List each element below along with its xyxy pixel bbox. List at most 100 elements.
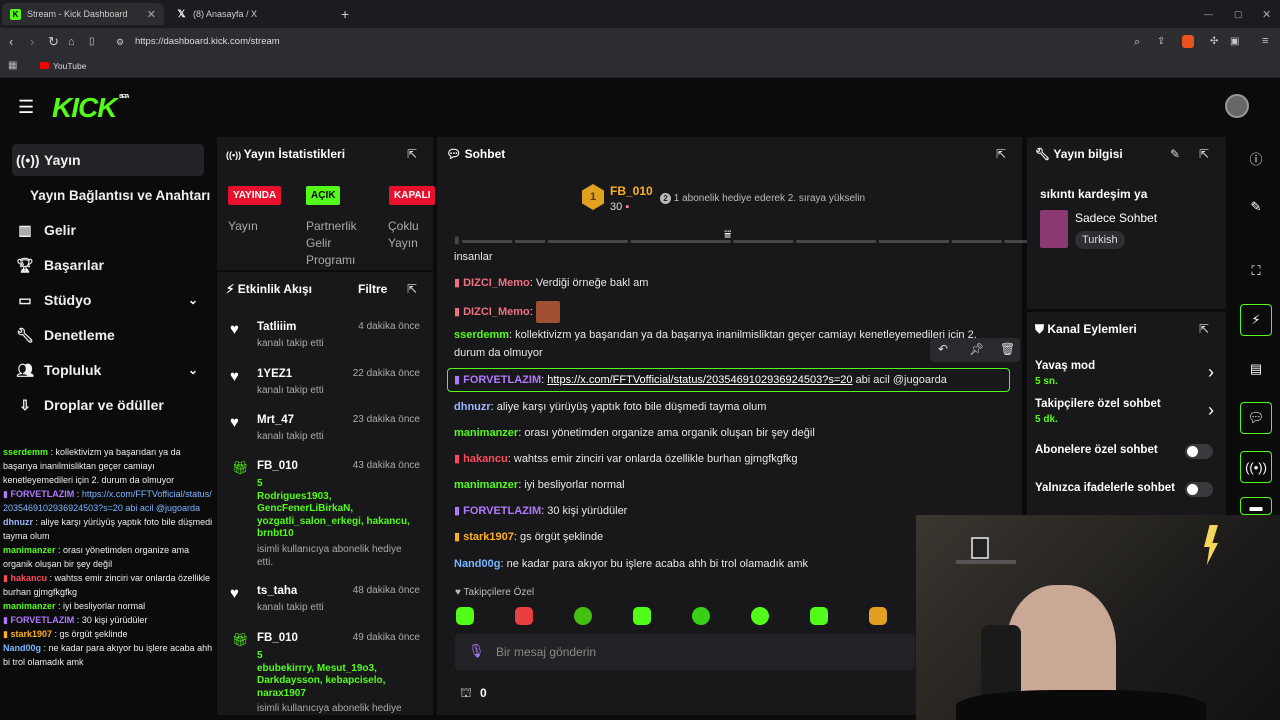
emote-image bbox=[535, 301, 560, 323]
lightning-decor bbox=[1204, 525, 1218, 565]
chat-bubble-icon[interactable]: 💬︎ bbox=[1240, 402, 1272, 434]
emote-icon[interactable] bbox=[456, 607, 474, 625]
event-user[interactable]: FB_010 bbox=[257, 460, 298, 472]
edit-pencil-icon[interactable]: ✎ bbox=[1240, 191, 1272, 223]
sidebar-item-label: Stüdyo bbox=[44, 292, 92, 308]
close-window-icon[interactable]: ✕ bbox=[1254, 3, 1279, 25]
slow-mode-setting[interactable]: Yavaş mod 5 sn. › bbox=[1035, 360, 1220, 392]
sidebar-item-droplar[interactable]: ⇩ Droplar ve ödüller bbox=[12, 389, 204, 421]
overlay-chat-line: ▮ FORVETLAZIM : https://x.com/FFTVoffici… bbox=[3, 489, 212, 513]
extensions-icon[interactable]: ✣ bbox=[1210, 36, 1218, 47]
sidebar-item-denetleme[interactable]: 🔧︎ Denetleme bbox=[12, 319, 204, 351]
edit-pencil-icon[interactable]: ✎ bbox=[1170, 147, 1180, 161]
partner-caption: Partnerlik Gelir Programı bbox=[306, 219, 357, 267]
emote-only-toggle[interactable] bbox=[1185, 482, 1213, 497]
emote-icon[interactable] bbox=[633, 607, 651, 625]
emote-icon[interactable] bbox=[692, 607, 710, 625]
event-user[interactable]: FB_010 bbox=[257, 632, 298, 644]
chat-link[interactable]: https://x.com/FFTVofficial/status/203546… bbox=[547, 374, 852, 386]
popout-icon[interactable]: ⇱ bbox=[996, 147, 1006, 161]
emote-icon[interactable] bbox=[810, 607, 828, 625]
share-icon[interactable]: ⇪ bbox=[1157, 36, 1165, 47]
popout-icon[interactable]: ⇱ bbox=[1199, 147, 1209, 161]
event-desc: kanalı takip etti bbox=[257, 602, 324, 613]
url-field[interactable]: https://dashboard.kick.com/stream bbox=[135, 36, 280, 47]
minimize-icon[interactable]: — bbox=[1196, 3, 1221, 25]
sidebar-item-stream-key[interactable]: Yayın Bağlantısı ve Anahtarı bbox=[30, 179, 215, 211]
gift-icon: 🎁︎ bbox=[232, 460, 249, 475]
bookmark-youtube[interactable]: YouTube bbox=[53, 61, 86, 71]
chevron-down-icon: ⌄ bbox=[187, 293, 198, 307]
delete-icon[interactable]: 🗑︎ bbox=[1000, 342, 1015, 356]
info-icon[interactable]: ⓘ bbox=[1240, 142, 1272, 174]
popout-icon[interactable]: ⇱ bbox=[407, 282, 417, 296]
close-tab-icon[interactable]: ✕ bbox=[147, 8, 156, 21]
popout-icon[interactable]: ⇱ bbox=[407, 147, 417, 161]
chat-message: Nand00g: ne kadar para akıyor bu işlere … bbox=[454, 558, 809, 570]
stats-panel-title: ((•)) Yayın İstatistikleri bbox=[226, 147, 346, 161]
activity-event: 🎁︎ FB_010 49 dakika önce 5 ebubekirrry, … bbox=[228, 632, 428, 714]
fullscreen-icon[interactable]: ⛶ bbox=[1240, 255, 1272, 287]
pin-icon[interactable]: 📌︎ bbox=[969, 342, 984, 356]
bar-chart-icon: ▥ bbox=[18, 221, 32, 238]
heart-icon: ♥ bbox=[230, 585, 239, 602]
home-icon[interactable]: ⌂ bbox=[68, 36, 75, 48]
event-user[interactable]: Tatliiim bbox=[257, 321, 296, 333]
reload-icon[interactable]: ↻ bbox=[48, 34, 59, 50]
subscribers-only-toggle[interactable] bbox=[1185, 444, 1213, 459]
site-info-icon[interactable]: ⚙ bbox=[116, 37, 124, 48]
emote-icon[interactable] bbox=[869, 607, 887, 625]
filter-button[interactable]: Filtre bbox=[358, 282, 387, 296]
sidebar-item-gelir[interactable]: ▥ Gelir bbox=[12, 214, 204, 246]
event-desc: isimli kullanıcıya abonelik hediye etti. bbox=[257, 544, 402, 568]
sidebar-item-topluluk[interactable]: 👥︎ Topluluk ⌄ bbox=[12, 354, 204, 386]
brave-shield-icon[interactable] bbox=[1182, 35, 1194, 48]
chat-message: ▮ FORVETLAZIM: https://x.com/FFTVofficia… bbox=[454, 374, 947, 386]
event-user[interactable]: Mrt_47 bbox=[257, 414, 294, 426]
document-icon[interactable]: ▤ bbox=[1240, 353, 1272, 385]
emote-icon[interactable] bbox=[574, 607, 592, 625]
wallet-icon[interactable]: ▣ bbox=[1230, 36, 1239, 47]
back-icon[interactable]: ‹ bbox=[9, 34, 13, 49]
apps-grid-icon[interactable]: ▦ bbox=[8, 60, 17, 71]
sidebar-item-studyo[interactable]: ▭ Stüdyo ⌄ bbox=[12, 284, 204, 316]
sidebar-item-yayin[interactable]: ((•)) Yayın bbox=[12, 144, 204, 176]
category-name[interactable]: Sadece Sohbet bbox=[1075, 211, 1157, 225]
tab-title: (8) Anasayfa / X bbox=[193, 9, 258, 19]
hamburger-menu-icon[interactable]: ☰ bbox=[18, 97, 34, 118]
bookmark-icon[interactable]: ▯ bbox=[89, 36, 95, 47]
forward-icon[interactable]: › bbox=[30, 34, 34, 49]
logo-beta: BETA bbox=[119, 94, 129, 100]
drops-icon: ⇩ bbox=[19, 396, 31, 413]
overlay-chat-line: manimanzer : iyi besliyorlar normal bbox=[3, 601, 146, 611]
broadcast-icon[interactable]: ((•)) bbox=[1240, 451, 1272, 483]
browser-tab-kick[interactable]: K Stream - Kick Dashboard ✕ bbox=[2, 3, 164, 25]
emote-icon[interactable] bbox=[751, 607, 769, 625]
event-desc: kanalı takip etti bbox=[257, 385, 324, 396]
maximize-icon[interactable]: ▢ bbox=[1226, 3, 1251, 25]
camera-icon[interactable]: ▬ bbox=[1240, 497, 1272, 515]
chat-input[interactable]: 🎙︎ Bir mesaj gönderin bbox=[455, 634, 915, 670]
reply-icon[interactable]: ↶ bbox=[938, 342, 948, 356]
activity-event: ♥ 1YEZ1 22 dakika önce kanalı takip etti bbox=[228, 368, 428, 408]
user-avatar[interactable] bbox=[1225, 94, 1249, 118]
overlay-chat: sserdemm : kollektivizm ya başarıdan ya … bbox=[3, 445, 213, 720]
leader-name[interactable]: FB_010 bbox=[610, 184, 653, 198]
live-caption: Yayın bbox=[228, 219, 258, 233]
event-user[interactable]: ts_taha bbox=[257, 585, 297, 597]
emote-icon[interactable] bbox=[515, 607, 533, 625]
sidebar-item-label: Droplar ve ödüller bbox=[44, 397, 164, 413]
sidebar-item-basarilar[interactable]: 🏆︎ Başarılar bbox=[12, 249, 204, 281]
menu-icon[interactable]: ≡ bbox=[1262, 35, 1268, 47]
bolt-icon[interactable]: ⚡︎ bbox=[1240, 304, 1272, 336]
followers-only-setting[interactable]: Takipçilere özel sohbet 5 dk. › bbox=[1035, 398, 1220, 430]
popout-icon[interactable]: ⇱ bbox=[1199, 322, 1209, 336]
zoom-icon[interactable]: ⌕ bbox=[1134, 36, 1140, 49]
kick-logo[interactable]: KICK BETA bbox=[52, 92, 129, 124]
chat-message: insanlar bbox=[454, 251, 493, 263]
browser-tab-x[interactable]: 𝕏 (8) Anasayfa / X bbox=[168, 3, 330, 25]
event-user[interactable]: 1YEZ1 bbox=[257, 368, 292, 380]
mic-icon[interactable]: 🎙︎ bbox=[468, 643, 485, 659]
new-tab-icon[interactable]: + bbox=[333, 3, 357, 25]
points-icon[interactable]: ⛫ bbox=[460, 685, 472, 703]
